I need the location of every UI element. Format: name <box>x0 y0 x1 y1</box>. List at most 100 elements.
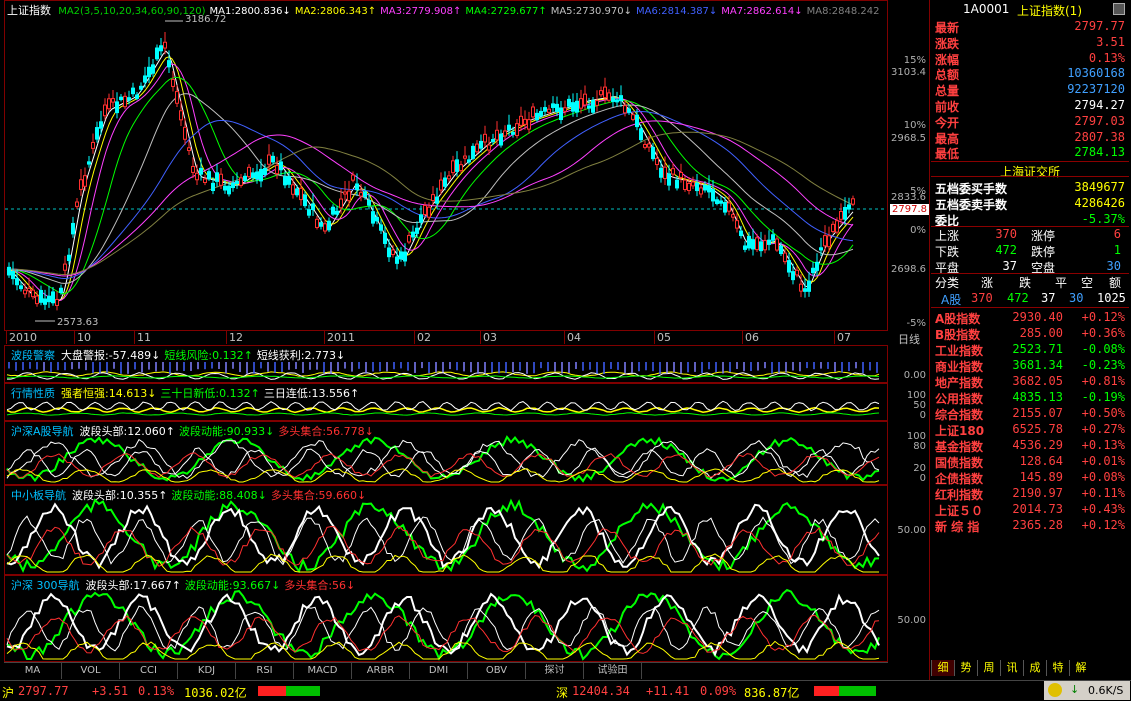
index-change: +0.12% <box>1081 310 1125 324</box>
category-cell: 30 <box>1069 291 1084 305</box>
candle-body <box>187 147 191 152</box>
candle-body <box>191 166 195 173</box>
candle-body <box>207 171 211 180</box>
index-row[interactable]: 地产指数 3682.05 +0.81% <box>931 374 1129 390</box>
info-tab-3[interactable]: 周 <box>977 660 1000 676</box>
candle-body <box>483 133 487 143</box>
category-header-cell: 空 <box>1081 276 1094 290</box>
index-row[interactable]: 商业指数 3681.34 -0.23% <box>931 358 1129 374</box>
sz-mini-bar <box>814 686 876 696</box>
row-value: 2784.13 <box>1074 145 1125 160</box>
index-row[interactable]: 新 综 指 2365.28 +0.12% <box>931 518 1129 534</box>
speed-value: 0.6K/S <box>1088 684 1124 697</box>
index-price: 128.64 <box>1019 454 1063 468</box>
candle-body <box>451 160 455 174</box>
info-tab-4[interactable]: 讯 <box>1000 660 1023 676</box>
indicator-button-9[interactable]: OBV <box>468 663 526 679</box>
index-row[interactable]: 红利指数 2190.97 +0.11% <box>931 486 1129 502</box>
indicator-panel[interactable]: 沪深A股导航 波段头部:12.060↑ 波段动能:90.933↓ 多头集合:56.77… <box>4 421 888 485</box>
candle-body <box>543 107 547 112</box>
low-price-label: 2573.63 <box>57 317 99 328</box>
breadth-row: 下跌 472 跌停 1 <box>931 243 1129 259</box>
network-speed[interactable]: ↓ 0.6K/S <box>1044 681 1130 700</box>
x-axis-label: 11 <box>134 331 151 344</box>
candlestick-chart[interactable] <box>5 1 887 330</box>
indicator-button-1[interactable]: MA <box>4 663 62 679</box>
candle-body <box>59 287 63 294</box>
candle-body <box>723 202 727 213</box>
candle-body <box>471 145 475 159</box>
index-change: +0.27% <box>1081 422 1125 436</box>
candle-body <box>827 235 831 248</box>
indicator-button-3[interactable]: CCI <box>120 663 178 679</box>
indicator-panel[interactable]: 行情性质 强者恒强:14.613↓ 三十日新低:0.132↑ 三日连低:13.556↑ <box>4 383 888 421</box>
index-price: 285.00 <box>1019 326 1063 340</box>
indicator-panel[interactable]: 沪深 300导航 波段头部:17.667↑ 波段动能:93.667↓ 多头集合:56↓ <box>4 575 888 662</box>
row-label: 今开 <box>935 115 960 130</box>
info-tab-7[interactable]: 解 <box>1069 660 1092 676</box>
index-name: 地产指数 <box>935 376 984 390</box>
separator <box>931 307 1129 308</box>
indicator-button-7[interactable]: ARBR <box>352 663 410 679</box>
candle-body <box>239 177 243 186</box>
indicator-panel[interactable]: 波段警察 大盘警报:-57.489↓ 短线风险:0.132↑ 短线获利:2.773↓ <box>4 345 888 383</box>
indicator-button-11[interactable]: 试验田 <box>584 663 642 679</box>
index-row[interactable]: 综合指数 2155.07 +0.50% <box>931 406 1129 422</box>
candle-body <box>287 176 291 185</box>
info-tab-6[interactable]: 特 <box>1046 660 1069 676</box>
candle-body <box>147 66 151 78</box>
separator <box>931 273 1129 274</box>
index-row[interactable]: 国债指数 128.64 +0.01% <box>931 454 1129 470</box>
status-bar: 沪 2797.77 +3.51 0.13% 1036.02亿 深 12404.3… <box>0 680 1131 701</box>
candle-body <box>463 155 467 159</box>
candle-body <box>647 143 651 148</box>
candle-body <box>659 167 663 178</box>
index-row[interactable]: B股指数 285.00 +0.36% <box>931 326 1129 342</box>
candle-body <box>391 249 395 255</box>
row-value: 2797.77 <box>1074 19 1125 33</box>
candle-body <box>651 146 655 160</box>
info-tab-1[interactable]: 细 <box>931 660 954 676</box>
indicator-button-6[interactable]: MACD <box>294 663 352 679</box>
index-row[interactable]: A股指数 2930.40 +0.12% <box>931 310 1129 326</box>
row-label: 五档委卖手数 <box>935 198 1008 212</box>
sh-price: 2797.77 <box>18 684 69 698</box>
candle-body <box>155 47 159 60</box>
index-row[interactable]: 公用指数 4835.13 -0.19% <box>931 390 1129 406</box>
indicator-axis: 100 80 20 0 <box>888 421 928 485</box>
candle-body <box>803 288 807 292</box>
candle-body <box>363 191 367 197</box>
price-axis: 15% 3103.4 10% 2968.5 5% 2833.6 2797.8 0… <box>888 0 929 331</box>
index-row[interactable]: 上证180 6525.78 +0.27% <box>931 422 1129 438</box>
index-price: 3682.05 <box>1012 374 1063 388</box>
candle-body <box>555 103 559 112</box>
indicator-button-2[interactable]: VOL <box>62 663 120 679</box>
candle-body <box>27 287 31 292</box>
candle-body <box>779 245 783 255</box>
indicator-panel[interactable]: 中小板导航 波段头部:10.355↑ 波段动能:88.408↓ 多头集合:59.660… <box>4 485 888 575</box>
candle-body <box>395 256 399 264</box>
main-chart-panel[interactable]: 上证指数 MA2(3,5,10,20,34,60,90,120) MA1:2800… <box>4 0 888 331</box>
candle-body <box>19 285 23 290</box>
breadth-b: 跌停 <box>1031 245 1056 259</box>
indicator-button-10[interactable]: 探讨 <box>526 663 584 679</box>
category-row[interactable]: A股 370 472 37 30 1025 <box>931 291 1129 307</box>
indicator-button-5[interactable]: RSI <box>236 663 294 679</box>
index-row[interactable]: 工业指数 2523.71 -0.08% <box>931 342 1129 358</box>
candle-body <box>39 289 43 303</box>
index-row[interactable]: 企债指数 145.89 +0.08% <box>931 470 1129 486</box>
index-row[interactable]: 基金指数 4536.29 +0.13% <box>931 438 1129 454</box>
indicator-axis: 50.00 <box>888 575 928 662</box>
candle-body <box>655 157 659 166</box>
candle-body <box>671 168 675 175</box>
indicator-button-4[interactable]: KDJ <box>178 663 236 679</box>
candle-body <box>459 164 463 172</box>
candle-body <box>759 241 763 252</box>
stock-code: 1A0001 <box>963 2 1010 16</box>
info-tab-5[interactable]: 成 <box>1023 660 1046 676</box>
candle-body <box>303 194 307 207</box>
indicator-button-8[interactable]: DMI <box>410 663 468 679</box>
index-row[interactable]: 上证５０ 2014.73 +0.43% <box>931 502 1129 518</box>
info-tab-2[interactable]: 势 <box>954 660 977 676</box>
window-icon[interactable] <box>1113 3 1125 15</box>
